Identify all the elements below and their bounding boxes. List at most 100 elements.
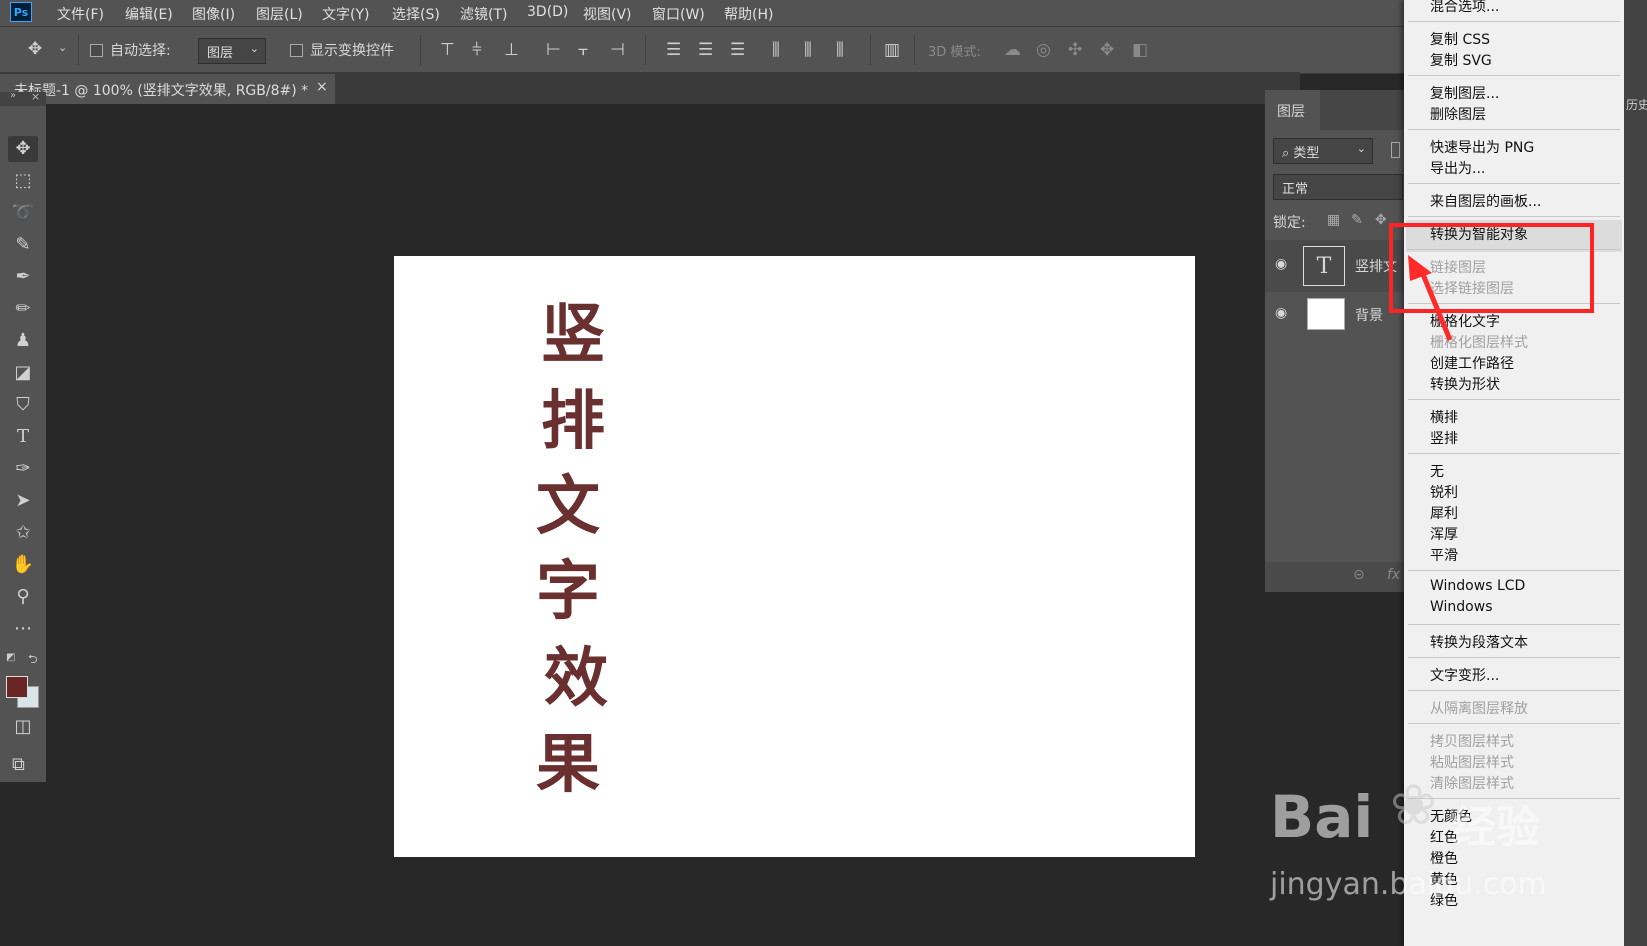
- document-canvas[interactable]: 竖排文字效果: [394, 256, 1195, 857]
- magic-wand-tool-icon[interactable]: ✎: [8, 232, 38, 258]
- link-layers-icon[interactable]: ⊝: [1353, 567, 1365, 583]
- 3d-slide-icon[interactable]: ✥: [1100, 40, 1114, 60]
- eye-icon[interactable]: ◉: [1275, 256, 1287, 272]
- pen-tool-icon[interactable]: ✑: [8, 456, 38, 482]
- close-icon[interactable]: ×: [31, 90, 40, 103]
- context-menu-item[interactable]: 删除图层: [1430, 104, 1486, 124]
- distribute-hcenter-icon[interactable]: ⫼: [804, 40, 812, 60]
- menu-item[interactable]: 视图(V): [583, 4, 632, 24]
- marquee-tool-icon[interactable]: ⬚: [8, 168, 38, 194]
- context-menu-item[interactable]: 清除图层样式: [1430, 773, 1514, 793]
- layer-row[interactable]: ◉ 背景: [1265, 292, 1405, 338]
- lock-transparent-icon[interactable]: ▦: [1327, 212, 1340, 228]
- default-colors-icon[interactable]: ◩: [6, 652, 15, 663]
- screen-mode-icon[interactable]: ⧉: [12, 754, 25, 775]
- photoshop-logo-icon[interactable]: Ps: [10, 2, 32, 22]
- 3d-pan-icon[interactable]: ✣: [1068, 40, 1082, 60]
- more-tools-icon[interactable]: ⋯: [8, 616, 38, 642]
- distribute-vcenter-icon[interactable]: ☰: [698, 40, 713, 60]
- context-menu-item[interactable]: 无颜色: [1430, 806, 1472, 826]
- context-menu-item[interactable]: 黄色: [1430, 869, 1458, 889]
- align-vcenter-icon[interactable]: ⫩: [472, 40, 482, 60]
- context-menu-item[interactable]: Windows: [1430, 599, 1493, 615]
- auto-select-dropdown[interactable]: 图层 ⌄: [198, 38, 266, 64]
- foreground-color-swatch[interactable]: [6, 676, 28, 698]
- close-icon[interactable]: ×: [316, 79, 328, 95]
- context-menu-item[interactable]: 快速导出为 PNG: [1430, 137, 1534, 157]
- align-left-icon[interactable]: ⊢: [546, 40, 561, 60]
- menu-item[interactable]: 窗口(W): [652, 4, 705, 24]
- 3d-orbit-icon[interactable]: ☁: [1004, 40, 1021, 60]
- eyedropper-tool-icon[interactable]: ✒: [8, 264, 38, 290]
- history-tab-label[interactable]: 历史: [1626, 96, 1647, 113]
- collapse-icon[interactable]: »: [10, 90, 16, 101]
- align-bottom-icon[interactable]: ⊥: [504, 40, 519, 60]
- auto-align-icon[interactable]: ▥: [884, 40, 900, 60]
- eye-icon[interactable]: ◉: [1275, 305, 1287, 321]
- context-menu-item[interactable]: 从隔离图层释放: [1430, 698, 1528, 718]
- context-menu-item[interactable]: 转换为段落文本: [1430, 632, 1528, 652]
- context-menu-item[interactable]: 犀利: [1430, 503, 1458, 523]
- paint-bucket-tool-icon[interactable]: ⛉: [8, 392, 38, 418]
- stamp-tool-icon[interactable]: ♟: [8, 328, 38, 354]
- context-menu-item[interactable]: 粘贴图层样式: [1430, 752, 1514, 772]
- hand-tool-icon[interactable]: ✋: [8, 552, 38, 578]
- menu-item[interactable]: 帮助(H): [724, 4, 773, 24]
- lock-brush-icon[interactable]: ✎: [1351, 212, 1363, 228]
- move-tool-icon[interactable]: ✥: [8, 136, 38, 162]
- context-menu-item[interactable]: 橙色: [1430, 848, 1458, 868]
- 3d-roll-icon[interactable]: ◎: [1036, 40, 1051, 60]
- brush-tool-icon[interactable]: ✏: [8, 296, 38, 322]
- context-menu-item[interactable]: 复制 SVG: [1430, 50, 1492, 70]
- lock-position-icon[interactable]: ✥: [1375, 212, 1387, 228]
- distribute-left-icon[interactable]: ⫼: [772, 40, 780, 60]
- distribute-bottom-icon[interactable]: ☰: [730, 40, 745, 60]
- context-menu-item[interactable]: 锐利: [1430, 482, 1458, 502]
- menu-item[interactable]: 滤镜(T): [460, 4, 507, 24]
- layer-row[interactable]: ◉ T 竖排文: [1265, 240, 1405, 292]
- context-menu-item[interactable]: 复制图层...: [1430, 83, 1499, 103]
- move-tool-icon[interactable]: ✥: [28, 39, 42, 59]
- align-top-icon[interactable]: ⊤: [440, 40, 455, 60]
- context-menu-item[interactable]: 拷贝图层样式: [1430, 731, 1514, 751]
- quick-mask-icon[interactable]: ◫: [8, 714, 38, 740]
- eraser-tool-icon[interactable]: ◪: [8, 360, 38, 386]
- menu-item[interactable]: 图层(L): [256, 4, 303, 24]
- menu-item[interactable]: 选择(S): [392, 4, 440, 24]
- tab-layers[interactable]: 图层: [1265, 90, 1320, 130]
- filter-toggle-icon[interactable]: [1391, 142, 1400, 158]
- context-menu-item[interactable]: 混合选项...: [1430, 0, 1499, 16]
- shape-tool-icon[interactable]: ✩: [8, 520, 38, 546]
- context-menu-item[interactable]: 复制 CSS: [1430, 29, 1490, 49]
- context-menu-item[interactable]: 来自图层的画板...: [1430, 191, 1541, 211]
- document-tab[interactable]: 未标题-1 @ 100% (竖排文字效果, RGB/8#) * ×: [0, 74, 335, 104]
- context-menu-item[interactable]: 浑厚: [1430, 524, 1458, 544]
- context-menu-item[interactable]: 平滑: [1430, 545, 1458, 565]
- align-hcenter-icon[interactable]: ⫟: [578, 40, 588, 60]
- context-menu-item[interactable]: 竖排: [1430, 428, 1458, 448]
- blend-mode-dropdown[interactable]: 正常: [1273, 174, 1403, 200]
- context-menu-item[interactable]: 转换为形状: [1430, 374, 1500, 394]
- zoom-tool-icon[interactable]: ⚲: [8, 584, 38, 610]
- layer-name[interactable]: 背景: [1355, 305, 1383, 325]
- chevron-down-icon[interactable]: ⌄: [58, 41, 67, 54]
- distribute-top-icon[interactable]: ☰: [666, 40, 681, 60]
- context-menu-item[interactable]: 红色: [1430, 827, 1458, 847]
- path-select-tool-icon[interactable]: ➤: [8, 488, 38, 514]
- context-menu-item[interactable]: 创建工作路径: [1430, 353, 1514, 373]
- 3d-scale-icon[interactable]: ◧: [1132, 40, 1148, 60]
- type-tool-icon[interactable]: T: [8, 424, 38, 450]
- auto-select-checkbox[interactable]: [90, 44, 103, 57]
- distribute-right-icon[interactable]: ⫼: [836, 40, 844, 60]
- layer-filter-dropdown[interactable]: ⌕ 类型 ⌄: [1273, 138, 1373, 164]
- menu-item[interactable]: 文件(F): [57, 4, 104, 24]
- context-menu-item[interactable]: Windows LCD: [1430, 578, 1525, 594]
- menu-item[interactable]: 图像(I): [192, 4, 235, 24]
- context-menu-item[interactable]: 绿色: [1430, 890, 1458, 910]
- context-menu-item[interactable]: 无: [1430, 461, 1444, 481]
- menu-item[interactable]: 文字(Y): [322, 4, 369, 24]
- lasso-tool-icon[interactable]: ➰: [8, 200, 38, 226]
- show-transform-checkbox[interactable]: [290, 44, 303, 57]
- context-menu-item[interactable]: 导出为...: [1430, 158, 1485, 178]
- menu-item[interactable]: 3D(D): [527, 4, 568, 20]
